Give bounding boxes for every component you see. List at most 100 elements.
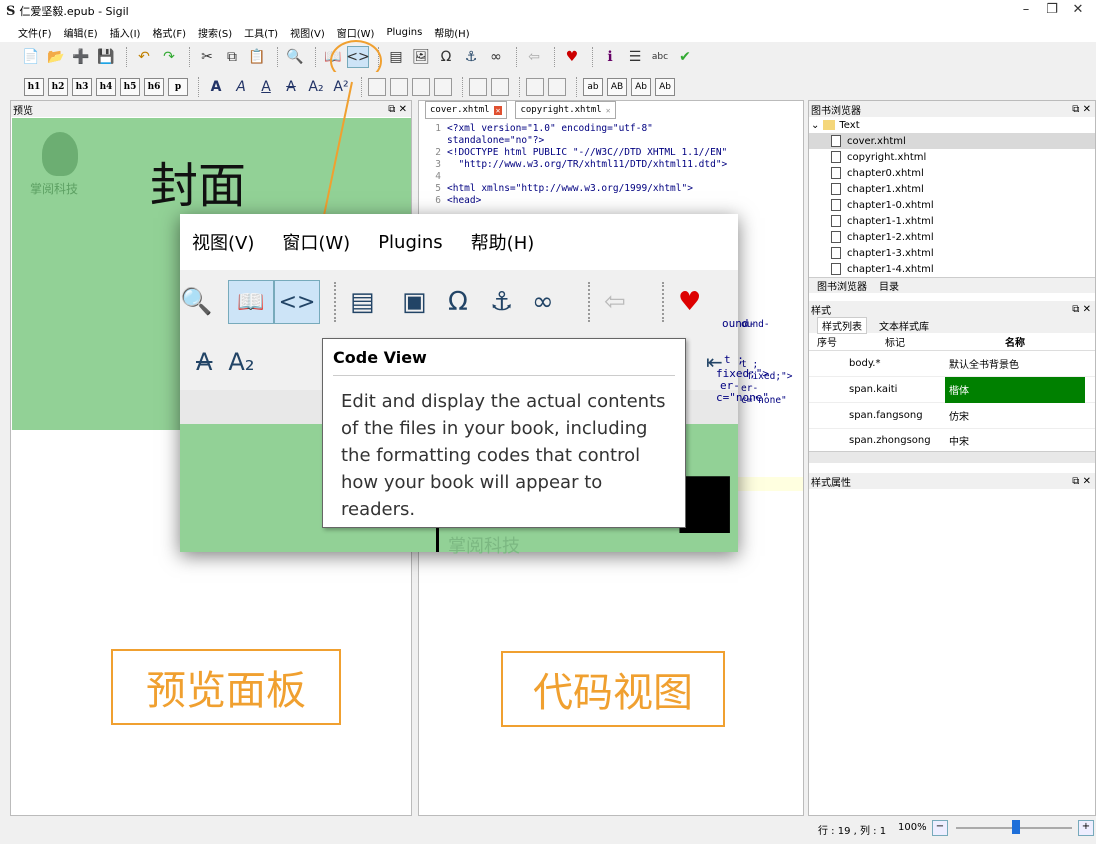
undo-icon[interactable]: ↶ [133,46,155,68]
file-item[interactable]: chapter1-2.xhtml [809,229,1095,245]
indent-icon[interactable] [548,78,566,96]
file-item[interactable]: chapter1-4.xhtml [809,261,1095,277]
tab-cover[interactable]: cover.xhtml ✕ [425,101,508,119]
number-list-icon[interactable] [491,78,509,96]
brand-text: 掌阅科技 [30,182,79,196]
file-item[interactable]: chapter1-0.xhtml [809,197,1095,213]
heading-2-button[interactable]: h2 [48,78,68,96]
dock-close-icon[interactable]: ⧉ ✕ [1072,104,1091,115]
spellcheck-icon[interactable]: abc [649,46,671,68]
chevron-down-icon[interactable]: ⌄ [811,120,819,131]
menu-insert[interactable]: 插入(I) [110,25,141,40]
add-file-icon[interactable]: ➕ [70,46,92,68]
zoomed-menu-view: 视图(V) [192,233,255,254]
validate-check-icon[interactable]: ✔ [674,46,696,68]
tooltip-body: Edit and display the actual contents of … [341,391,666,520]
special-char-icon[interactable]: Ω [435,46,457,68]
file-item[interactable]: chapter1-3.xhtml [809,245,1095,261]
menu-tools[interactable]: 工具(T) [244,25,278,40]
menu-help[interactable]: 帮助(H) [434,25,469,40]
insert-image-icon[interactable]: 🖼 [410,46,432,68]
menu-window[interactable]: 窗口(W) [337,25,375,40]
zoom-slider-handle[interactable] [1012,820,1020,834]
folder-text[interactable]: ⌄ Text [809,117,1095,133]
paragraph-button[interactable]: p [168,78,188,96]
table-row[interactable]: span.zhongsong 中宋 [809,429,1095,451]
tab-style-list[interactable]: 样式列表 [817,316,867,334]
capitalize-button[interactable]: Ab [655,78,675,96]
heading-5-button[interactable]: h5 [120,78,140,96]
uppercase-button[interactable]: AB [607,78,627,96]
tab-close-icon[interactable]: ✕ [606,106,611,115]
info-icon[interactable]: ℹ [599,46,621,68]
align-center-icon[interactable] [390,78,408,96]
file-item[interactable]: chapter1-1.xhtml [809,213,1095,229]
heading-4-button[interactable]: h4 [96,78,116,96]
tab-toc[interactable]: 目录 [879,278,899,293]
zoomed-toolbar: 🔍 📖 <> ▤ ▣ Ω ⚓ ∞ ⇦ ♥ [180,270,738,334]
underline-icon[interactable]: A [255,76,277,98]
restore-button[interactable]: ❐ [1042,2,1062,17]
menu-file[interactable]: 文件(F) [18,25,52,40]
outdent-icon[interactable] [526,78,544,96]
zoomed-menu-help: 帮助(H) [470,233,535,254]
close-button[interactable]: ✕ [1068,2,1088,17]
minimize-button[interactable]: – [1016,2,1036,17]
file-item[interactable]: copyright.xhtml [809,149,1095,165]
zoom-in-button[interactable]: + [1078,820,1094,836]
file-item[interactable]: cover.xhtml [809,133,1095,149]
zoom-out-button[interactable]: − [932,820,948,836]
bold-icon[interactable]: A [205,76,227,98]
copy-icon[interactable]: ⧉ [221,46,243,68]
paste-icon[interactable]: 📋 [246,46,268,68]
cut-icon[interactable]: ✂ [196,46,218,68]
align-right-icon[interactable] [412,78,430,96]
zoomed-menu-bar: 视图(V) 窗口(W) Plugins 帮助(H) [180,214,738,270]
save-icon[interactable]: 💾 [95,46,117,68]
editor-tabs: cover.xhtml ✕ copyright.xhtml ✕ [419,101,803,119]
back-arrow-icon[interactable]: ⇦ [523,46,545,68]
align-left-icon[interactable] [368,78,386,96]
dock-close-icon[interactable]: ⧉ ✕ [1072,476,1091,487]
lowercase-button[interactable]: ab [583,78,603,96]
table-row[interactable]: span.fangsong 仿宋 [809,403,1095,429]
link-icon[interactable]: ∞ [485,46,507,68]
heart-icon[interactable]: ♥ [561,46,583,68]
menu-format[interactable]: 格式(F) [152,25,186,40]
open-folder-icon[interactable]: 📂 [45,46,67,68]
menu-edit[interactable]: 编辑(E) [64,25,98,40]
anchor-icon[interactable]: ⚓ [460,46,482,68]
italic-icon[interactable]: A [230,76,252,98]
align-justify-icon[interactable] [434,78,452,96]
cursor-position: 行 : 19 , 列 : 1 [818,826,887,837]
file-item[interactable]: chapter1.xhtml [809,181,1095,197]
toc-icon[interactable]: ☰ [624,46,646,68]
heading-1-button[interactable]: h1 [24,78,44,96]
heading-6-button[interactable]: h6 [144,78,164,96]
heading-3-button[interactable]: h3 [72,78,92,96]
strikethrough-icon[interactable]: A [280,76,302,98]
dock-close-icon[interactable]: ⧉ ✕ [1072,304,1091,315]
table-row[interactable]: span.kaiti 楷体 [809,376,1095,403]
split-icon[interactable]: ▤ [385,46,407,68]
table-row[interactable]: body.* 默认全书背景色 [809,351,1095,377]
dock-close-icon[interactable]: ⧉ ✕ [388,104,407,115]
tab-close-icon[interactable]: ✕ [493,105,503,115]
horizontal-scrollbar[interactable] [809,451,1095,463]
tab-copyright[interactable]: copyright.xhtml ✕ [515,101,616,119]
code-editor[interactable]: 1 <?xml version="1.0" encoding="utf-8" st… [419,119,803,207]
superscript-icon[interactable]: A² [330,76,352,98]
menu-view[interactable]: 视图(V) [290,25,325,40]
code-view-label: 代码视图 [501,651,725,727]
tab-style-library[interactable]: 文本样式库 [879,318,929,333]
new-file-icon[interactable]: 📄 [20,46,42,68]
menu-plugins[interactable]: Plugins [386,27,422,38]
menu-search[interactable]: 搜索(S) [198,25,232,40]
redo-icon[interactable]: ↷ [158,46,180,68]
titlecase-button[interactable]: Ab [631,78,651,96]
file-item[interactable]: chapter0.xhtml [809,165,1095,181]
tab-book-browser[interactable]: 图书浏览器 [817,278,867,293]
preview-search-icon[interactable]: 🔍 [284,46,306,68]
bullet-list-icon[interactable] [469,78,487,96]
subscript-icon[interactable]: A₂ [305,76,327,98]
